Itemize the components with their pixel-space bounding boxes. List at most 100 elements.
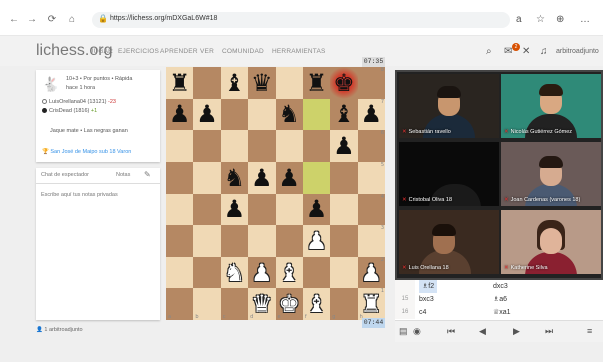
book-icon[interactable]: ▤: [399, 326, 408, 337]
browser-menu-icon[interactable]: …: [580, 14, 590, 26]
board-square[interactable]: a: [166, 288, 194, 320]
board-square[interactable]: ♞: [275, 98, 303, 131]
black-knight-icon[interactable]: ♞: [278, 102, 300, 126]
board-square[interactable]: b: [193, 288, 221, 320]
board-square[interactable]: ♟: [193, 98, 221, 131]
board-square[interactable]: [330, 193, 358, 226]
back-icon[interactable]: ←: [8, 14, 20, 26]
tournament-link[interactable]: 🏆 San José de Maipo sub 18 Varon: [42, 149, 131, 155]
video-tile[interactable]: ✕ Sebastián ravello: [399, 74, 499, 138]
board-square[interactable]: [220, 98, 249, 131]
board-square[interactable]: [330, 161, 358, 194]
nav-aprender[interactable]: APRENDER: [160, 48, 198, 55]
black-pawn-icon[interactable]: ♟: [251, 166, 273, 190]
board-square[interactable]: [275, 67, 303, 99]
video-tile[interactable]: ✕ Cristobal Oliva 18: [399, 142, 499, 206]
board-square[interactable]: [166, 161, 194, 194]
black-move[interactable]: ♕xa1: [493, 306, 511, 319]
black-pawn-icon[interactable]: ♟: [196, 102, 218, 126]
tools-icon[interactable]: ✕: [522, 46, 530, 57]
video-tile[interactable]: ✕ Katherine Silva: [501, 210, 601, 274]
black-pawn-icon[interactable]: ♟: [361, 102, 383, 126]
video-tile[interactable]: ✕ Joan Cardenas (varones 18): [501, 142, 601, 206]
first-move-button[interactable]: ⏮: [447, 326, 455, 337]
board-square[interactable]: [330, 225, 358, 257]
board-square[interactable]: [302, 256, 331, 289]
board-square[interactable]: c: [220, 288, 249, 320]
board-square[interactable]: ♝: [220, 67, 249, 99]
video-tile[interactable]: ✕ Luis Orellana 18: [399, 210, 499, 274]
board-square[interactable]: [166, 130, 194, 162]
board-square[interactable]: ♟: [275, 161, 303, 194]
board-square[interactable]: [302, 161, 331, 194]
board-square[interactable]: [302, 130, 331, 162]
search-icon[interactable]: ⌕: [486, 46, 492, 57]
address-bar[interactable]: 🔒 https://lichess.org/mDXGaL6W#18: [92, 12, 510, 28]
board-square[interactable]: [193, 256, 221, 289]
board-square[interactable]: [302, 98, 331, 131]
url-text[interactable]: https://lichess.org/mDXGaL6W#18: [110, 15, 217, 22]
board-square[interactable]: [275, 193, 303, 226]
last-move-button[interactable]: ⏭: [545, 326, 553, 337]
board-square[interactable]: [248, 193, 276, 226]
white-pawn-icon[interactable]: ♟: [361, 261, 383, 285]
board-square[interactable]: ♞: [220, 161, 249, 194]
board-square[interactable]: ♛ d: [248, 288, 276, 320]
menu-icon[interactable]: ≡: [587, 326, 592, 336]
board-square[interactable]: [166, 256, 194, 289]
board-square[interactable]: ♜: [166, 67, 194, 99]
tab-notes[interactable]: Notas: [116, 172, 131, 178]
white-bishop-icon[interactable]: ♝: [278, 261, 300, 285]
white-pawn-icon[interactable]: ♟: [251, 261, 273, 285]
black-pawn-icon[interactable]: ♟: [306, 197, 328, 221]
nav-jugar[interactable]: JUGAR: [90, 48, 113, 55]
board-square[interactable]: [193, 225, 221, 257]
board-square[interactable]: [220, 225, 249, 257]
reload-icon[interactable]: ⟳: [46, 14, 58, 26]
board-square[interactable]: ♜: [302, 67, 331, 99]
prev-move-button[interactable]: ◀: [479, 326, 486, 337]
board-square[interactable]: [193, 130, 221, 162]
white-player-name[interactable]: LuisOrellana04 (13121): [49, 99, 106, 105]
black-bishop-icon[interactable]: ♝: [224, 71, 246, 95]
read-aloud-icon[interactable]: a: [516, 14, 522, 26]
video-tile[interactable]: ✕ Nicolás Gutiérrez Gómez: [501, 74, 601, 138]
board-square[interactable]: ♚ e: [275, 288, 303, 320]
bell-icon[interactable]: ♫: [540, 46, 548, 57]
black-pawn-icon[interactable]: ♟: [169, 102, 191, 126]
next-move-button[interactable]: ▶: [513, 326, 520, 337]
white-king-icon[interactable]: ♚: [278, 292, 300, 316]
board-square[interactable]: [193, 161, 221, 194]
black-move[interactable]: ♗a6: [493, 293, 507, 306]
nav-ejercicios[interactable]: EJERCICIOS: [118, 48, 159, 55]
black-knight-icon[interactable]: ♞: [224, 166, 246, 190]
board-square[interactable]: [275, 130, 303, 162]
nav-comunidad[interactable]: COMUNIDAD: [222, 48, 264, 55]
engine-icon[interactable]: ◉: [413, 326, 421, 337]
board-square[interactable]: g: [330, 288, 358, 320]
board-square[interactable]: ♛: [248, 67, 276, 99]
board-square[interactable]: 5: [357, 161, 385, 194]
black-queen-icon[interactable]: ♛: [251, 71, 273, 95]
white-player-row[interactable]: LuisOrellana04 (13121) -23: [42, 99, 116, 105]
board-square[interactable]: ♜ 1 h: [357, 288, 385, 320]
board-square[interactable]: ♟ 7: [357, 98, 385, 131]
white-knight-icon[interactable]: ♞: [224, 261, 246, 285]
board-square[interactable]: 6: [357, 130, 385, 162]
white-move[interactable]: bxc3: [419, 293, 434, 306]
black-player-row[interactable]: CrisDead (1816) +1: [42, 108, 97, 114]
board-square[interactable]: ♟: [248, 161, 276, 194]
board-square[interactable]: [275, 225, 303, 257]
black-bishop-icon[interactable]: ♝: [333, 102, 355, 126]
chat-toggle-icon[interactable]: ✎: [144, 170, 151, 179]
black-rook-icon[interactable]: ♜: [306, 71, 328, 95]
notes-textarea[interactable]: Escribe aquí tus notas privadas: [41, 192, 118, 198]
board-square[interactable]: [193, 67, 221, 99]
board-square[interactable]: ♝ f: [302, 288, 331, 320]
board-square[interactable]: [248, 130, 276, 162]
board-square[interactable]: ♟: [302, 193, 331, 226]
white-pawn-icon[interactable]: ♟: [306, 229, 328, 253]
board-square[interactable]: ♟: [248, 256, 276, 289]
forward-icon[interactable]: →: [26, 14, 38, 26]
favorite-star-icon[interactable]: ☆: [536, 14, 545, 26]
